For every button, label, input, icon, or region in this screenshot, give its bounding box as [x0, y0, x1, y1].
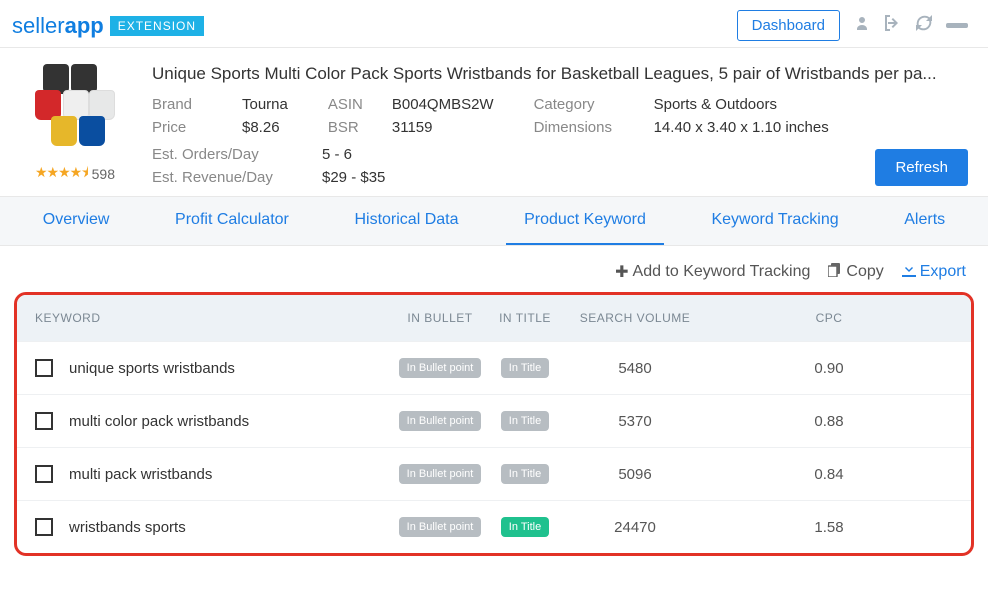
row-checkbox[interactable]	[35, 412, 53, 430]
category-label: Category	[534, 96, 634, 113]
product-section: ★★★★⯨ 598 Unique Sports Multi Color Pack…	[0, 48, 988, 196]
tab-keyword-tracking[interactable]: Keyword Tracking	[693, 197, 856, 245]
keyword-text: unique sports wristbands	[69, 360, 395, 377]
in-title-pill: In Title	[501, 358, 549, 378]
extension-badge: EXTENSION	[110, 16, 204, 36]
in-bullet-pill: In Bullet point	[399, 464, 482, 484]
revenue-label: Est. Revenue/Day	[152, 169, 302, 186]
search-volume: 5096	[565, 466, 705, 483]
tab-alerts[interactable]: Alerts	[886, 197, 963, 245]
cpc-value: 0.84	[705, 466, 953, 483]
copy-icon	[828, 263, 842, 282]
action-bar: ✚Add to Keyword Tracking Copy Export	[0, 246, 988, 292]
download-icon	[902, 263, 916, 282]
user-icon[interactable]	[854, 15, 870, 36]
table-row: wristbands sports In Bullet point In Tit…	[17, 500, 971, 553]
price-value: $8.26	[242, 119, 280, 136]
table-row: multi pack wristbands In Bullet point In…	[17, 447, 971, 500]
copy-button[interactable]: Copy	[828, 262, 883, 282]
table-row: unique sports wristbands In Bullet point…	[17, 341, 971, 394]
minimize-icon[interactable]	[946, 23, 968, 28]
add-to-tracking-button[interactable]: ✚Add to Keyword Tracking	[615, 262, 810, 282]
dimensions-label: Dimensions	[534, 119, 634, 136]
table-row: multi color pack wristbands In Bullet po…	[17, 394, 971, 447]
dimensions-value: 14.40 x 3.40 x 1.10 inches	[654, 119, 829, 136]
search-volume: 24470	[565, 519, 705, 536]
tab-historical-data[interactable]: Historical Data	[336, 197, 476, 245]
row-checkbox[interactable]	[35, 518, 53, 536]
product-thumbnail: ★★★★⯨ 598	[20, 64, 130, 186]
refresh-button[interactable]: Refresh	[875, 149, 968, 186]
in-bullet-pill: In Bullet point	[399, 358, 482, 378]
logout-icon[interactable]	[884, 15, 902, 36]
product-image	[31, 64, 119, 152]
keyword-text: multi pack wristbands	[69, 466, 395, 483]
in-title-pill: In Title	[501, 517, 549, 537]
search-volume: 5480	[565, 360, 705, 377]
header-search-volume: SEARCH VOLUME	[565, 311, 705, 325]
bsr-label: BSR	[328, 119, 372, 136]
keyword-table-highlight: KEYWORD IN BULLET IN TITLE SEARCH VOLUME…	[14, 292, 974, 556]
tab-overview[interactable]: Overview	[25, 197, 128, 245]
revenue-value: $29 - $35	[322, 169, 385, 186]
brand-value: Tourna	[242, 96, 288, 113]
plus-icon: ✚	[615, 262, 628, 282]
asin-label: ASIN	[328, 96, 372, 113]
row-checkbox[interactable]	[35, 465, 53, 483]
cpc-value: 1.58	[705, 519, 953, 536]
orders-value: 5 - 6	[322, 146, 352, 163]
tab-product-keyword[interactable]: Product Keyword	[506, 197, 664, 245]
category-value: Sports & Outdoors	[654, 96, 777, 113]
in-bullet-pill: In Bullet point	[399, 411, 482, 431]
star-rating-icon: ★★★★⯨	[35, 162, 88, 186]
in-bullet-pill: In Bullet point	[399, 517, 482, 537]
asin-value: B004QMBS2W	[392, 96, 494, 113]
price-label: Price	[152, 119, 222, 136]
product-title: Unique Sports Multi Color Pack Sports Wr…	[152, 64, 968, 84]
dashboard-button[interactable]: Dashboard	[737, 10, 840, 41]
keyword-text: wristbands sports	[69, 519, 395, 536]
row-checkbox[interactable]	[35, 359, 53, 377]
brand-label: Brand	[152, 96, 222, 113]
in-title-pill: In Title	[501, 464, 549, 484]
top-bar: sellerapp EXTENSION Dashboard	[0, 0, 988, 48]
brand-logo: sellerapp EXTENSION	[12, 13, 204, 39]
header-keyword: KEYWORD	[35, 311, 395, 325]
keyword-text: multi color pack wristbands	[69, 413, 395, 430]
cpc-value: 0.90	[705, 360, 953, 377]
tab-profit-calculator[interactable]: Profit Calculator	[157, 197, 307, 245]
header-cpc: CPC	[705, 311, 953, 325]
cpc-value: 0.88	[705, 413, 953, 430]
header-in-title: IN TITLE	[485, 311, 565, 325]
search-volume: 5370	[565, 413, 705, 430]
bsr-value: 31159	[392, 119, 433, 136]
in-title-pill: In Title	[501, 411, 549, 431]
review-count: 598	[92, 166, 115, 182]
table-header: KEYWORD IN BULLET IN TITLE SEARCH VOLUME…	[17, 295, 971, 341]
refresh-icon[interactable]	[916, 15, 932, 36]
header-in-bullet: IN BULLET	[395, 311, 485, 325]
orders-label: Est. Orders/Day	[152, 146, 302, 163]
tab-bar: Overview Profit Calculator Historical Da…	[0, 196, 988, 246]
export-button[interactable]: Export	[902, 262, 966, 282]
